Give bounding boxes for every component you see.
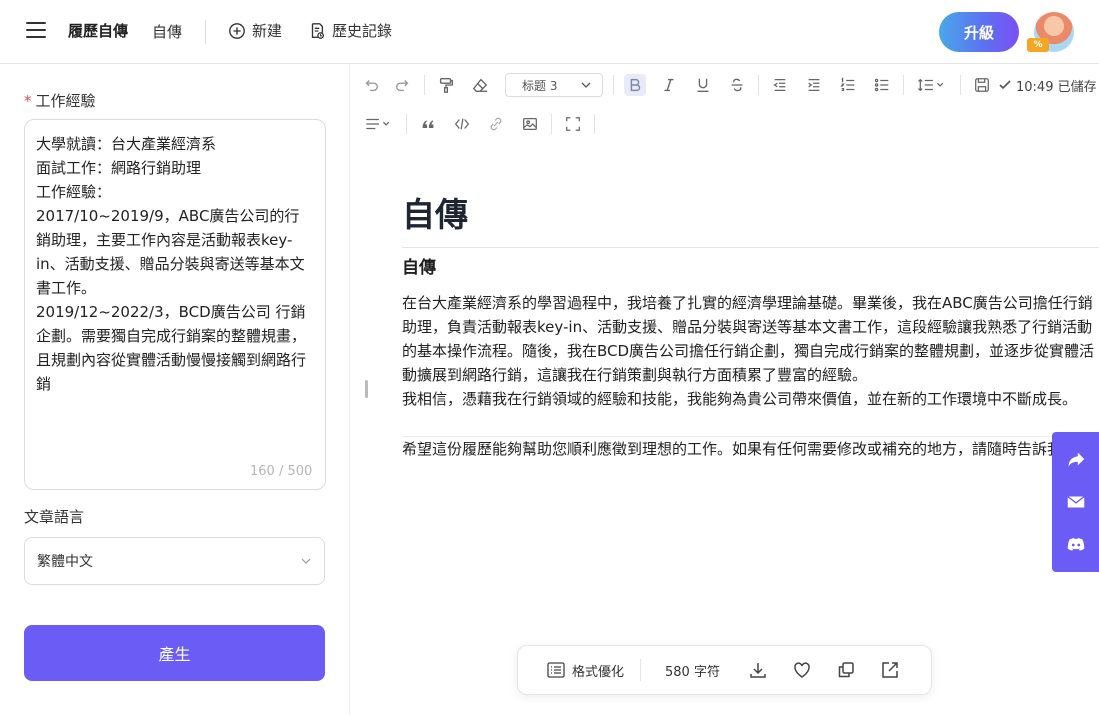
language-label: 文章語言 <box>24 508 85 526</box>
format-list-icon <box>547 662 565 678</box>
image-icon[interactable] <box>519 113 541 135</box>
discord-icon[interactable] <box>1064 533 1088 557</box>
divider <box>406 114 407 134</box>
generate-button[interactable]: 產生 <box>24 625 325 681</box>
ordered-list-icon[interactable] <box>837 74 859 96</box>
open-external-icon[interactable] <box>880 660 900 680</box>
side-share-panel <box>1052 432 1099 572</box>
new-button[interactable]: 新建 <box>228 20 282 41</box>
download-icon[interactable] <box>748 660 768 680</box>
document-title: 自傳 <box>402 195 468 234</box>
share-icon[interactable] <box>1064 447 1088 471</box>
divider <box>758 75 759 95</box>
divider <box>903 75 904 95</box>
history-label: 歷史記錄 <box>332 22 393 40</box>
indent-icon[interactable] <box>803 74 825 96</box>
divider <box>613 75 614 95</box>
divider <box>640 659 642 681</box>
paragraph: 我相信，憑藉我在行銷領域的經驗和技能，我能夠為貴公司帶來價值，並在新的工作環境中… <box>402 390 1078 408</box>
work-experience-label-text: 工作經驗 <box>35 92 96 110</box>
line-height-icon[interactable] <box>914 74 950 96</box>
history-button[interactable]: 歷史記錄 <box>308 20 392 41</box>
menu-icon[interactable] <box>26 22 46 40</box>
undo-icon[interactable] <box>360 74 382 96</box>
bullet-list-icon[interactable] <box>871 74 893 96</box>
format-optimize-button[interactable]: 格式優化 <box>546 660 624 680</box>
eraser-icon[interactable] <box>469 74 491 96</box>
work-experience-textarea[interactable]: 大學就讀：台大產業經濟系 面試工作：網路行銷助理 工作經驗： 2017/10~2… <box>24 119 326 490</box>
upgrade-button[interactable]: 升級 <box>939 12 1019 52</box>
code-icon[interactable] <box>451 113 473 135</box>
top-bar: 履歷自傳 自傳 新建 歷史記錄 升級 % <box>0 0 1099 64</box>
strikethrough-icon[interactable] <box>726 74 748 96</box>
format-optimize-label: 格式優化 <box>572 664 625 680</box>
heading-select[interactable]: 标题 3 <box>505 73 603 97</box>
required-mark: * <box>24 92 32 110</box>
paragraph: 希望這份履歷能夠幫助您順利應徵到理想的工作。如果有任何需要修改或補充的地方，請隨… <box>402 440 1078 458</box>
document-action-bar: 格式優化 580 字符 <box>517 645 932 695</box>
document-heading: 自傳 <box>402 258 436 278</box>
save-icon[interactable] <box>971 74 993 96</box>
paragraph: 在台大產業經濟系的學習過程中，我培養了扎實的經濟學理論基礎。畢業後，我在ABC廣… <box>402 294 1095 384</box>
new-label: 新建 <box>252 22 283 40</box>
history-doc-icon <box>311 22 324 39</box>
chevron-down-icon <box>301 558 311 564</box>
chevron-down-icon <box>581 82 591 88</box>
char-count: 160 / 500 <box>250 464 313 479</box>
resize-handle[interactable] <box>365 380 368 398</box>
quote-icon[interactable] <box>417 113 439 135</box>
underline-icon[interactable] <box>692 74 714 96</box>
language-value: 繁體中文 <box>37 554 93 570</box>
word-count: 580 字符 <box>665 664 720 680</box>
work-experience-label: * 工作經驗 <box>24 90 96 111</box>
heart-icon[interactable] <box>792 660 812 680</box>
outdent-icon[interactable] <box>769 74 791 96</box>
check-icon <box>999 80 1011 90</box>
input-panel: * 工作經驗 大學就讀：台大產業經濟系 面試工作：網路行銷助理 工作經驗： 201… <box>0 64 350 715</box>
align-icon[interactable] <box>360 113 396 135</box>
heading-value: 标题 3 <box>522 78 558 93</box>
saved-status: 10:49 已儲存 <box>997 76 1097 95</box>
mail-icon[interactable] <box>1064 490 1088 514</box>
copy-icon[interactable] <box>836 660 856 680</box>
plus-circle-icon <box>229 22 245 39</box>
fullscreen-icon[interactable] <box>562 113 584 135</box>
format-painter-icon[interactable] <box>435 74 457 96</box>
saved-text: 10:49 已儲存 <box>1016 79 1097 95</box>
divider <box>594 114 595 134</box>
discount-badge: % <box>1027 38 1049 52</box>
link-icon[interactable] <box>485 113 507 135</box>
divider <box>551 114 552 134</box>
language-select[interactable]: 繁體中文 <box>24 537 325 585</box>
divider <box>424 75 425 95</box>
bold-icon[interactable] <box>624 74 646 96</box>
italic-icon[interactable] <box>658 74 680 96</box>
divider <box>205 20 206 44</box>
editor-toolbar-row-2 <box>360 113 605 135</box>
redo-icon[interactable] <box>392 74 414 96</box>
divider <box>960 75 961 95</box>
editor-toolbar-row-1: 标题 3 10:49 已儲存 <box>360 73 1097 97</box>
app-title: 履歷自傳 <box>68 22 129 40</box>
page-subtitle: 自傳 <box>152 23 183 41</box>
divider <box>402 247 1099 248</box>
